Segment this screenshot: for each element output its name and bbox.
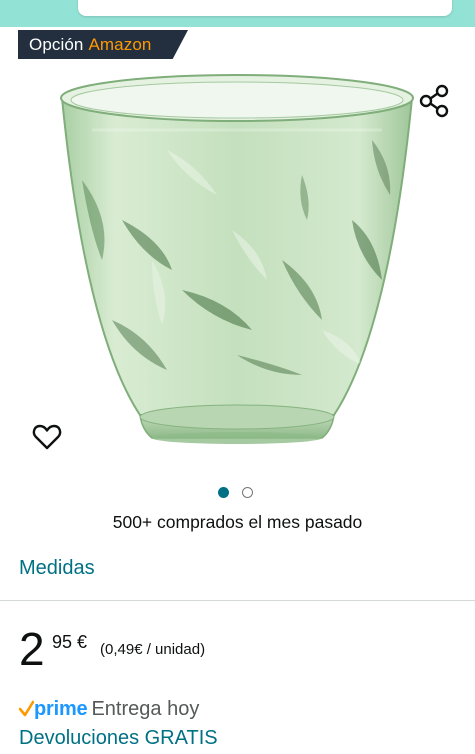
delivery-text: Entrega hoy: [91, 697, 200, 720]
product-page: Opción Amazon 500+ comprados el mes pasa…: [0, 0, 475, 754]
badge-prefix: Opción: [29, 34, 84, 54]
product-image[interactable]: [52, 70, 422, 462]
prime-check-icon: [19, 700, 34, 717]
price-fraction: 95 €: [52, 632, 88, 652]
carousel-indicator: [218, 485, 253, 499]
amazon-choice-badge: Opción Amazon: [18, 30, 188, 59]
top-search-band: [0, 0, 475, 27]
share-icon[interactable]: [418, 84, 450, 118]
price-whole: 2: [19, 623, 45, 675]
prime-delivery: prime Entrega hoy: [19, 696, 199, 722]
unit-price: (0,49€ / unidad): [100, 641, 206, 658]
prime-logo: prime: [34, 697, 88, 720]
heart-outline-icon[interactable]: [31, 421, 63, 453]
carousel-dot-inactive[interactable]: [242, 486, 253, 498]
search-input[interactable]: [78, 0, 452, 16]
bought-last-month-text: 500+ comprados el mes pasado: [112, 512, 363, 532]
badge-brand: Amazon: [88, 34, 152, 54]
medidas-link[interactable]: Medidas: [19, 557, 95, 580]
free-returns-link[interactable]: Devoluciones GRATIS: [19, 727, 218, 750]
divider: [0, 600, 475, 601]
carousel-dot-active[interactable]: [218, 486, 229, 498]
